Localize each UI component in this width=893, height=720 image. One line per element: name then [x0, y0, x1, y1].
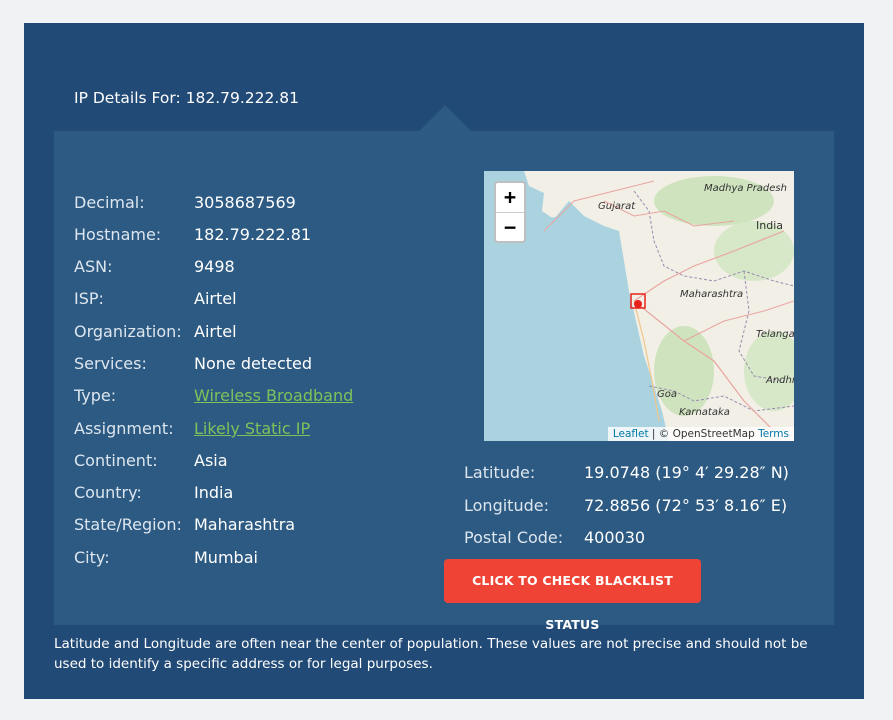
terms-link[interactable]: Terms	[758, 428, 789, 440]
detail-value: None detected	[194, 354, 313, 373]
page-title: IP Details For: 182.79.222.81	[74, 89, 299, 107]
detail-label: State/Region:	[74, 515, 182, 534]
detail-label: Organization:	[74, 322, 182, 341]
zoom-out-button[interactable]: −	[496, 212, 524, 241]
map-attribution: Leaflet | © OpenStreetMap Terms	[607, 427, 794, 441]
detail-label: Continent:	[74, 451, 158, 470]
detail-label: Services:	[74, 354, 147, 373]
heading-ip: 182.79.222.81	[185, 89, 300, 107]
map-label-maharashtra: Maharashtra	[680, 289, 744, 300]
detail-label: Type:	[74, 386, 117, 405]
detail-value: Airtel	[194, 322, 237, 341]
detail-value: Maharashtra	[194, 515, 296, 534]
detail-value: Airtel	[194, 289, 237, 308]
disclaimer-note: Latitude and Longitude are often near th…	[54, 636, 808, 672]
check-blacklist-button[interactable]: CLICK TO CHECK BLACKLIST STATUS	[444, 559, 701, 632]
detail-value: 3058687569	[194, 193, 296, 212]
geo-value: 19.0748 (19° 4′ 29.28″ N)	[584, 463, 789, 482]
location-map[interactable]: Madhya Pradesh Gujarat India Maharashtra…	[484, 171, 794, 441]
zoom-in-button[interactable]: +	[496, 183, 524, 212]
panel-notch	[419, 105, 471, 131]
detail-value: India	[194, 483, 234, 502]
detail-label: ISP:	[74, 289, 104, 308]
leaflet-link[interactable]: Leaflet	[613, 428, 649, 440]
details-panel: Decimal: 3058687569 Hostname: 182.79.222…	[54, 131, 834, 632]
detail-label: Decimal:	[74, 193, 145, 212]
map-label-telangana: Telanga	[756, 329, 794, 340]
detail-label: ASN:	[74, 257, 113, 276]
detail-value: 9498	[194, 257, 235, 276]
geo-label: Postal Code:	[464, 528, 564, 547]
ip-details-card: IP Details For: 182.79.222.81 Decimal: 3…	[24, 23, 864, 699]
map-label-gujarat: Gujarat	[598, 201, 636, 212]
detail-value: Asia	[194, 451, 228, 470]
geo-label: Longitude:	[464, 496, 549, 515]
type-link[interactable]: Wireless Broadband	[194, 386, 353, 405]
detail-value: 182.79.222.81	[194, 225, 312, 244]
assignment-link[interactable]: Likely Static IP	[194, 419, 310, 438]
map-label-india: India	[756, 219, 783, 232]
detail-label: Country:	[74, 483, 142, 502]
detail-value: Mumbai	[194, 548, 258, 567]
detail-label: City:	[74, 548, 110, 567]
map-tiles	[484, 171, 794, 441]
detail-value: Wireless Broadband	[194, 386, 353, 406]
map-label-madhya-pradesh: Madhya Pradesh	[704, 183, 787, 194]
geo-value: 72.8856 (72° 53′ 8.16″ E)	[584, 496, 788, 515]
geo-value: 400030	[584, 528, 646, 547]
detail-label: Assignment:	[74, 419, 174, 438]
map-label-goa: Goa	[657, 389, 677, 400]
attribution-osm: | © OpenStreetMap	[648, 428, 759, 440]
heading-label: IP Details For:	[74, 89, 181, 107]
detail-label: Hostname:	[74, 225, 162, 244]
geo-label: Latitude:	[464, 463, 536, 482]
map-label-karnataka: Karnataka	[679, 407, 730, 418]
map-zoom-control: + −	[494, 181, 526, 243]
detail-value: Likely Static IP	[194, 419, 310, 439]
map-label-andhra: Andhr	[766, 375, 794, 386]
